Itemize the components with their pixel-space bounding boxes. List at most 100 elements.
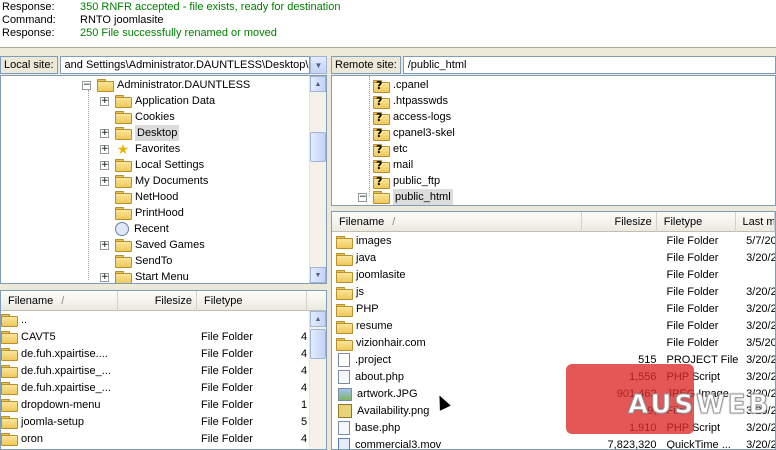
table-row[interactable]: java File Folder 3/20/2 (332, 250, 775, 267)
table-row[interactable]: joomlasite File Folder (332, 267, 775, 284)
tree-item[interactable]: ? .htpasswds (373, 93, 448, 109)
table-row[interactable]: dropdown-menu File Folder 1 (1, 397, 326, 414)
filesize-cell (585, 250, 661, 267)
tree-item[interactable]: − public_html (358, 189, 453, 205)
filename-cell: de.fuh.xpairtise.... (21, 348, 108, 360)
expand-icon[interactable]: + (100, 272, 109, 282)
table-row[interactable]: commercial3.mov 7,823,320 QuickTime ... 3/2… (332, 437, 775, 449)
tree-item[interactable]: + Saved Games (100, 237, 205, 253)
watermark-text: AUSWEB (627, 390, 772, 421)
table-row[interactable]: PHP File Folder 3/20/2 (332, 301, 775, 318)
tree-item[interactable]: ? access-logs (373, 109, 451, 125)
local-file-list[interactable]: Filename / Filesize Filetype .. CAVT5 Fil… (0, 290, 327, 450)
column-header-filename[interactable]: Filename / (332, 212, 582, 232)
tree-item-label: access-logs (393, 111, 452, 123)
remote-directory-tree[interactable]: ? .cpanel ? .htpasswds ? access-logs ? c… (331, 75, 776, 206)
table-row[interactable]: vizionhair.com File Folder 3/5/20 (332, 335, 775, 352)
tree-item-label: Recent (134, 223, 169, 235)
filename-text: base.php (355, 422, 401, 434)
folder-icon (1, 399, 18, 412)
tree-item[interactable]: Cookies (100, 109, 175, 125)
tree-item[interactable]: − Administrator.DAUNTLESS (82, 77, 250, 93)
expand-icon[interactable]: + (100, 144, 109, 154)
tree-item[interactable]: PrintHood (100, 205, 184, 221)
tree-item[interactable]: SendTo (100, 253, 172, 269)
tree-item[interactable]: ? public_ftp (373, 173, 440, 189)
folder-icon (1, 331, 18, 344)
tree-item[interactable]: + Local Settings (100, 157, 204, 173)
tree-item[interactable]: + ★ Favorites (100, 141, 180, 157)
collapse-icon[interactable]: − (82, 80, 91, 90)
column-header-filesize[interactable]: Filesize (582, 212, 657, 232)
table-row[interactable]: de.fuh.xpairtise_... File Folder 4 (1, 363, 326, 380)
folder-icon (1, 416, 18, 429)
filename-cell: base.php (332, 420, 585, 437)
table-row[interactable]: images File Folder 5/7/20 (332, 233, 775, 250)
local-site-dropdown-button[interactable]: ▼ (310, 56, 327, 74)
table-row[interactable]: de.fuh.xpairtise_... File Folder 4 (1, 380, 326, 397)
expand-icon[interactable]: + (100, 128, 109, 138)
image-file-icon (338, 388, 352, 401)
tree-item[interactable]: Recent (100, 221, 169, 237)
local-site-bar: Local site: and Settings\Administrator.D… (0, 55, 327, 75)
local-list-scrollbar[interactable]: ▲ (309, 311, 326, 449)
table-row[interactable]: oron File Folder 4 (1, 431, 326, 448)
column-header-last-modified[interactable]: Last m (736, 212, 775, 232)
file-icon (338, 353, 350, 367)
folder-icon (1, 348, 18, 361)
table-row[interactable]: joomla-setup File Folder 5 (1, 414, 326, 431)
collapse-icon[interactable]: − (358, 192, 367, 202)
no-expander (100, 209, 109, 218)
scroll-thumb[interactable] (310, 329, 326, 359)
filename-cell: oron (21, 433, 44, 445)
column-header-filesize[interactable]: Filesize (118, 291, 197, 311)
column-header-filetype[interactable]: Filetype (197, 291, 307, 311)
tree-item[interactable]: + My Documents (100, 173, 208, 189)
table-row[interactable]: js File Folder 3/20/2 (332, 284, 775, 301)
message-log[interactable]: Response: 350 RNFR accepted - file exist… (0, 0, 776, 48)
column-header-filename[interactable]: Filename / (1, 291, 118, 311)
column-header-filetype[interactable]: Filetype (657, 212, 736, 232)
filename-text: resume (356, 320, 393, 332)
filesize-cell (585, 301, 661, 318)
tree-item[interactable]: ? .cpanel (373, 77, 428, 93)
column-header-label: Filesize (154, 295, 192, 307)
tree-item[interactable]: + Desktop (100, 125, 180, 141)
folder-icon (336, 287, 353, 300)
scroll-up-button[interactable]: ▲ (310, 76, 326, 92)
tree-item[interactable]: NetHood (100, 189, 178, 205)
expand-icon[interactable]: + (100, 240, 109, 250)
expand-icon[interactable]: + (100, 176, 109, 186)
filename-text: Availability.png (357, 405, 430, 417)
filename-text: vizionhair.com (356, 337, 426, 349)
php-file-icon (338, 370, 350, 384)
table-row[interactable]: de.fuh.xpairtise.... File Folder 4 (1, 346, 326, 363)
scroll-down-button[interactable]: ▼ (310, 267, 326, 283)
local-list-header: Filename / Filesize Filetype (1, 291, 326, 311)
tree-item[interactable]: ? cpanel3-skel (373, 125, 455, 141)
expand-icon[interactable]: + (100, 160, 109, 170)
tree-item-label: Administrator.DAUNTLESS (117, 79, 251, 91)
tree-item-label: Favorites (135, 143, 181, 155)
local-directory-tree[interactable]: − Administrator.DAUNTLESS + Application … (0, 75, 327, 284)
table-row[interactable]: CAVT5 File Folder 4 (1, 329, 326, 346)
expand-icon[interactable]: + (100, 96, 109, 106)
tree-connector-line (369, 76, 370, 196)
tree-item[interactable]: + Start Menu (100, 269, 189, 283)
filename-cell: resume (332, 318, 585, 335)
local-tree-scrollbar[interactable]: ▲ ▼ (309, 76, 326, 283)
local-site-path-input[interactable]: and Settings\Administrator.DAUNTLESS\Des… (59, 56, 310, 74)
scroll-up-button[interactable]: ▲ (310, 311, 326, 327)
tree-item[interactable]: ? etc (373, 141, 408, 157)
scroll-thumb[interactable] (310, 132, 326, 162)
tree-item[interactable]: + Application Data (100, 93, 215, 109)
php-file-icon (338, 421, 350, 435)
tree-item[interactable]: ? mail (373, 157, 413, 173)
table-row[interactable]: .. (1, 312, 326, 329)
filename-text: js (356, 286, 364, 298)
remote-site-path-input[interactable]: /public_html (402, 56, 776, 74)
log-message: RNTO joomlasite (80, 14, 164, 26)
filename-text: joomlasite (356, 269, 406, 281)
filesize-cell (585, 284, 661, 301)
table-row[interactable]: resume File Folder 3/20/2 (332, 318, 775, 335)
